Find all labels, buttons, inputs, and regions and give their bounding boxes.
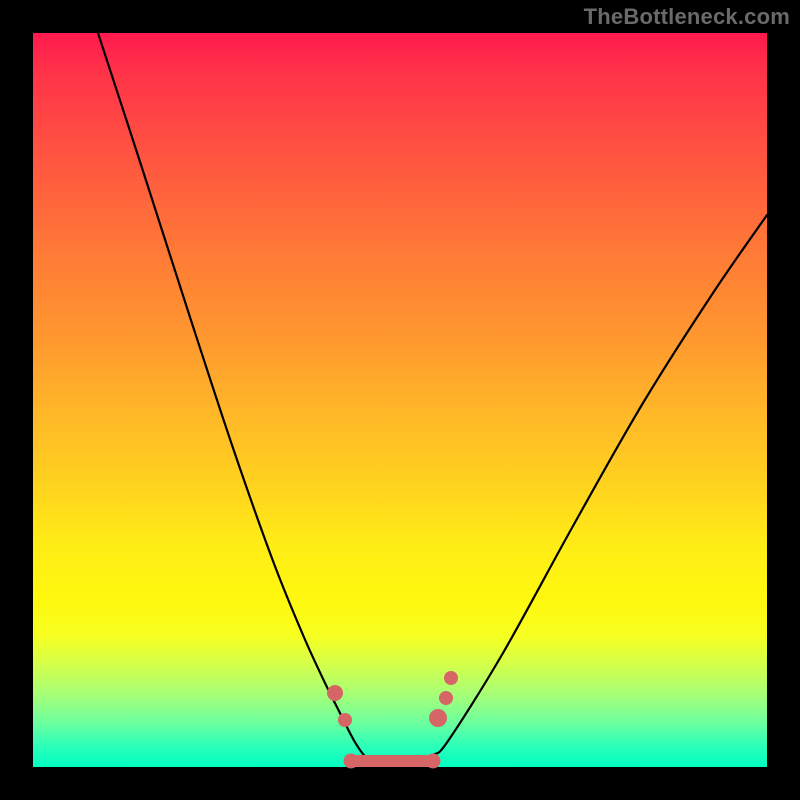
- marker-point: [338, 713, 352, 727]
- curve-layer: [33, 33, 767, 767]
- chart-stage: TheBottleneck.com: [0, 0, 800, 800]
- marker-point: [327, 685, 343, 701]
- floor-blob-cap: [344, 754, 359, 769]
- bottleneck-curve: [98, 33, 767, 766]
- marker-point: [444, 671, 458, 685]
- marker-point: [429, 709, 447, 727]
- plot-area: [33, 33, 767, 767]
- marker-point: [439, 691, 453, 705]
- watermark-text: TheBottleneck.com: [584, 4, 790, 30]
- floor-blob: [351, 755, 433, 767]
- floor-blob-cap: [426, 754, 441, 769]
